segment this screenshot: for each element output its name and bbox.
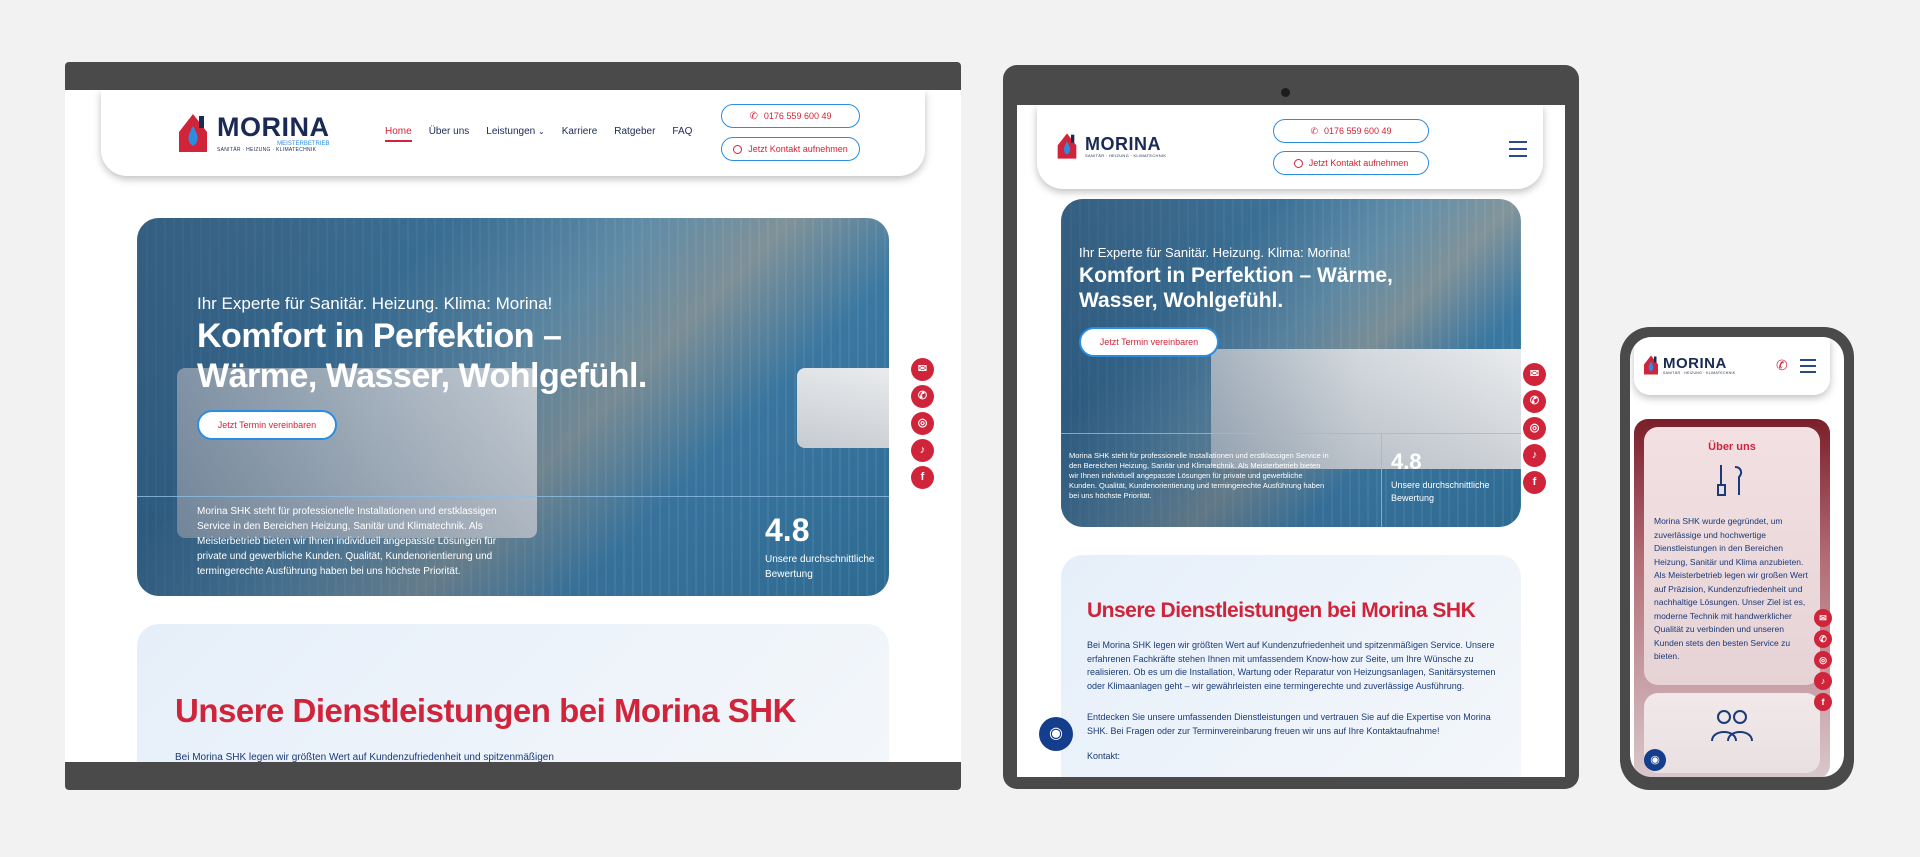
- facebook-icon[interactable]: f: [911, 466, 934, 489]
- phone-screen: MORINA SANITÄR · HEIZUNG · KLIMATECHNIK …: [1630, 337, 1844, 777]
- menu-faq[interactable]: FAQ: [672, 126, 692, 142]
- menu-about[interactable]: Über uns: [429, 126, 470, 142]
- tablet-header: MORINA SANITÄR · HEIZUNG · KLIMATECHNIK …: [1037, 105, 1543, 189]
- contact-icon: [1293, 158, 1303, 168]
- mail-icon[interactable]: ✉: [1814, 609, 1832, 627]
- fingerprint-icon[interactable]: ◉: [1039, 717, 1073, 751]
- tablet-mockup: MORINA SANITÄR · HEIZUNG · KLIMATECHNIK …: [1003, 65, 1579, 789]
- services-title: Unsere Dienstleistungen bei Morina SHK: [175, 692, 796, 729]
- about-title: Über uns: [1708, 441, 1756, 453]
- phone-icon[interactable]: ✆: [1776, 357, 1788, 374]
- contact-button[interactable]: Jetzt Kontakt aufnehmen: [721, 137, 860, 161]
- brand-services: SANITÄR · HEIZUNG · KLIMATECHNIK: [1085, 152, 1167, 158]
- instagram-icon[interactable]: ◎: [1523, 417, 1546, 440]
- phone-number: 0176 559 600 49: [1323, 126, 1392, 136]
- tablet-services-section: Unsere Dienstleistungen bei Morina SHK B…: [1061, 555, 1521, 777]
- about-card: Über uns Morina SHK wurde gegründet, um …: [1644, 427, 1820, 685]
- desktop-screen: MORINA MEISTERBETRIEB SANITÄR · HEIZUNG …: [65, 90, 961, 762]
- mail-icon[interactable]: ✉: [1523, 363, 1546, 386]
- services-intro: Bei Morina SHK legen wir größten Wert au…: [1087, 640, 1496, 691]
- phone-icon: ✆: [749, 110, 758, 122]
- phone-header: MORINA SANITÄR · HEIZUNG · KLIMATECHNIK …: [1634, 337, 1830, 395]
- hero-description: Morina SHK steht für professionelle Inst…: [1069, 451, 1329, 500]
- contact-label: Jetzt Kontakt aufnehmen: [748, 144, 848, 154]
- about-text: Morina SHK wurde gegründet, um zuverläss…: [1654, 516, 1808, 661]
- tablet-phone-button[interactable]: ✆ 0176 559 600 49: [1273, 119, 1429, 143]
- facebook-icon[interactable]: f: [1814, 693, 1832, 711]
- menu-home[interactable]: Home: [385, 126, 412, 142]
- appointment-button[interactable]: Jetzt Termin vereinbaren: [197, 410, 337, 440]
- desktop-mockup: MORINA MEISTERBETRIEB SANITÄR · HEIZUNG …: [65, 62, 961, 790]
- hero-title: Komfort in Perfektion – Wärme, Wasser, W…: [1079, 264, 1393, 312]
- tablet-camera: [1281, 88, 1290, 97]
- hero-eyebrow: Ihr Experte für Sanitär. Heizung. Klima:…: [197, 294, 553, 313]
- tablet-hero: Ihr Experte für Sanitär. Heizung. Klima:…: [1061, 199, 1521, 527]
- logo-mark-icon: [1057, 133, 1077, 159]
- brand-name: MORINA: [1085, 133, 1161, 154]
- contact-label: Jetzt Kontakt aufnehmen: [1308, 158, 1409, 168]
- header: MORINA MEISTERBETRIEB SANITÄR · HEIZUNG …: [101, 90, 925, 176]
- menu-career[interactable]: Karriere: [562, 126, 598, 142]
- menu-services[interactable]: Leistungen ⌄: [486, 126, 544, 142]
- plumbing-tools-icon: [1717, 465, 1743, 496]
- hero-divider: [1061, 433, 1521, 434]
- fingerprint-icon[interactable]: ◉: [1644, 749, 1666, 771]
- chevron-down-icon: ⌄: [537, 127, 545, 136]
- instagram-icon[interactable]: ◎: [1814, 651, 1832, 669]
- hero-divider: [137, 496, 889, 497]
- services-section: Unsere Dienstleistungen bei Morina SHK B…: [137, 624, 889, 762]
- logo-mark-icon: [179, 114, 207, 152]
- hamburger-menu-icon[interactable]: [1800, 359, 1816, 378]
- phone-icon[interactable]: ✆: [1814, 630, 1832, 648]
- phone-logo[interactable]: MORINA SANITÄR · HEIZUNG · KLIMATECHNIK: [1642, 353, 1735, 377]
- tiktok-icon[interactable]: ♪: [1814, 672, 1832, 690]
- brand-name: MORINA: [217, 111, 330, 142]
- brand-services: SANITÄR · HEIZUNG · KLIMATECHNIK: [1663, 370, 1736, 375]
- phone-button[interactable]: ✆ 0176 559 600 49: [721, 104, 860, 128]
- phone-social-bar: ✉ ✆ ◎ ♪ f: [1814, 609, 1832, 711]
- brand-services: SANITÄR · HEIZUNG · KLIMATECHNIK: [217, 146, 317, 153]
- instagram-icon[interactable]: ◎: [911, 412, 934, 435]
- rating-value: 4.8: [1391, 449, 1422, 474]
- hero-banner: Ihr Experte für Sanitär. Heizung. Klima:…: [137, 218, 889, 596]
- phone-icon: ✆: [1310, 125, 1318, 136]
- logo-mark-icon: [1644, 355, 1658, 375]
- menu-services-label: Leistungen: [486, 126, 536, 137]
- facebook-icon[interactable]: f: [1523, 471, 1546, 494]
- services-title: Unsere Dienstleistungen bei Morina SHK: [1087, 599, 1476, 622]
- team-icon: [1711, 710, 1753, 742]
- hamburger-menu-icon[interactable]: [1509, 141, 1527, 162]
- rating-label: Unsere durchschnittliche Bewertung: [765, 554, 875, 580]
- tablet-contact-button[interactable]: Jetzt Kontakt aufnehmen: [1273, 151, 1429, 175]
- phone-icon[interactable]: ✆: [911, 385, 934, 408]
- menu-guide[interactable]: Ratgeber: [614, 126, 655, 142]
- phone-number: 0176 559 600 49: [763, 111, 832, 121]
- tiktok-icon[interactable]: ♪: [911, 439, 934, 462]
- contact-icon: [733, 144, 743, 154]
- mail-icon[interactable]: ✉: [911, 358, 934, 381]
- main-menu: Home Über uns Leistungen ⌄ Karriere Ratg…: [385, 126, 692, 142]
- phone-icon[interactable]: ✆: [1523, 390, 1546, 413]
- rating-label: Unsere durchschnittliche Bewertung: [1391, 480, 1490, 503]
- tablet-logo[interactable]: MORINA SANITÄR · HEIZUNG · KLIMATECHNIK: [1055, 131, 1166, 161]
- social-bar: ✉ ✆ ◎ ♪ f: [911, 358, 934, 489]
- hero-eyebrow: Ihr Experte für Sanitär. Heizung. Klima:…: [1079, 245, 1351, 260]
- hero-title: Komfort in Perfektion – Wärme, Wasser, W…: [197, 317, 647, 395]
- phone-mockup: MORINA SANITÄR · HEIZUNG · KLIMATECHNIK …: [1620, 327, 1854, 790]
- services-contact-label: Kontakt:: [1087, 751, 1121, 761]
- tiktok-icon[interactable]: ♪: [1523, 444, 1546, 467]
- team-card: [1644, 693, 1820, 773]
- hero-description: Morina SHK steht für professionelle Inst…: [197, 506, 497, 577]
- tablet-screen: MORINA SANITÄR · HEIZUNG · KLIMATECHNIK …: [1017, 105, 1565, 777]
- tablet-social-bar: ✉ ✆ ◎ ♪ f: [1523, 363, 1546, 494]
- services-intro: Bei Morina SHK legen wir größten Wert au…: [175, 752, 554, 762]
- hero-vdivider: [1381, 433, 1382, 527]
- brand-name: MORINA: [1663, 354, 1727, 372]
- services-more: Entdecken Sie unsere umfassenden Dienstl…: [1087, 712, 1491, 736]
- appointment-button[interactable]: Jetzt Termin vereinbaren: [1079, 327, 1219, 357]
- rating-value: 4.8: [765, 512, 810, 548]
- logo[interactable]: MORINA MEISTERBETRIEB SANITÄR · HEIZUNG …: [175, 112, 330, 154]
